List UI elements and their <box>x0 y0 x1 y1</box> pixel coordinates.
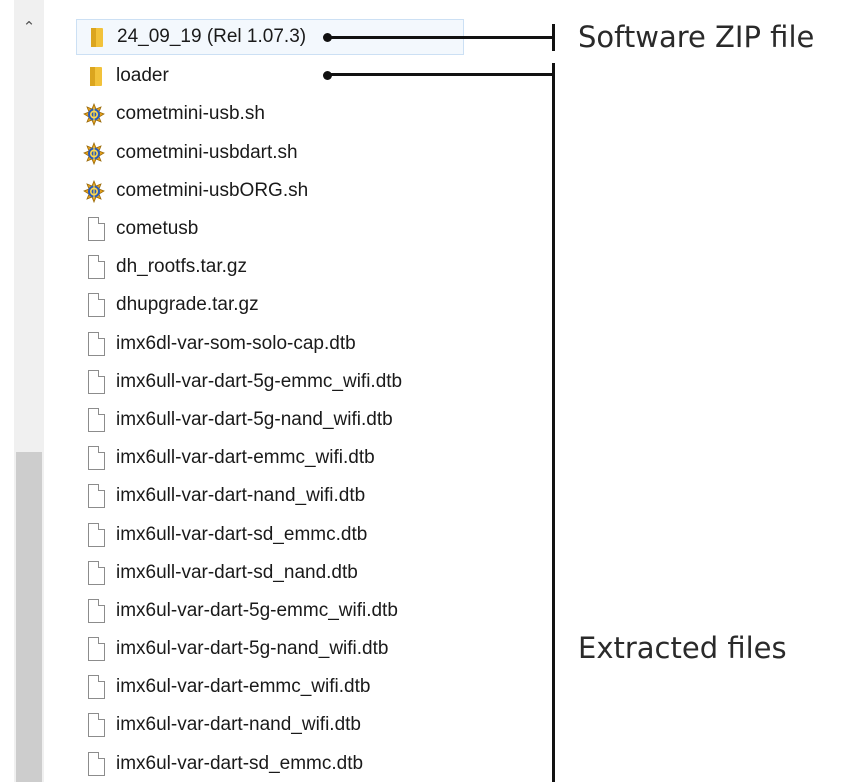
file-name: imx6ull-var-dart-emmc_wifi.dtb <box>116 447 375 469</box>
file-name: cometusb <box>116 218 199 240</box>
file-row[interactable]: cometmini-usbdart.sh <box>76 134 546 172</box>
zip-bracket-tick <box>552 24 555 51</box>
file-icon <box>88 560 105 585</box>
scrollbar-thumb[interactable] <box>16 452 42 782</box>
file-name: imx6ul-var-dart-sd_emmc.dtb <box>116 752 364 774</box>
software-zip-label: Software ZIP file <box>578 20 815 54</box>
file-row[interactable]: imx6dl-var-som-solo-cap.dtb <box>76 325 546 363</box>
file-icon <box>88 369 105 394</box>
file-list: 24_09_19 (Rel 1.07.3) loader cometmini-usb… <box>76 19 546 783</box>
file-row[interactable]: dh_rootfs.tar.gz <box>76 248 546 286</box>
file-name: dh_rootfs.tar.gz <box>116 256 247 278</box>
file-icon <box>88 522 105 547</box>
file-icon <box>88 675 105 700</box>
scroll-up-arrow-icon[interactable]: ⌃ <box>14 12 44 42</box>
file-icon <box>88 293 105 318</box>
file-icon <box>88 751 105 776</box>
file-row[interactable]: imx6ull-var-dart-nand_wifi.dtb <box>76 477 546 515</box>
file-row[interactable]: imx6ull-var-dart-5g-nand_wifi.dtb <box>76 401 546 439</box>
file-name: cometmini-usb.sh <box>116 103 265 125</box>
file-row[interactable]: cometmini-usbORG.sh <box>76 172 546 210</box>
file-row[interactable]: imx6ul-var-dart-5g-emmc_wifi.dtb <box>76 592 546 630</box>
file-name: imx6ull-var-dart-5g-emmc_wifi.dtb <box>116 370 403 392</box>
file-row[interactable]: cometusb <box>76 210 546 248</box>
file-name: loader <box>116 65 169 87</box>
file-row[interactable]: imx6ull-var-dart-5g-emmc_wifi.dtb <box>76 363 546 401</box>
extracted-bracket-line <box>552 63 555 782</box>
file-icon <box>88 407 105 432</box>
file-icon <box>88 331 105 356</box>
file-name: imx6ull-var-dart-sd_nand.dtb <box>116 561 358 583</box>
file-name: imx6ul-var-dart-5g-emmc_wifi.dtb <box>116 599 398 621</box>
file-icon <box>88 637 105 662</box>
vertical-scrollbar[interactable]: ⌃ <box>14 0 44 782</box>
file-name: imx6ull-var-dart-sd_emmc.dtb <box>116 523 368 545</box>
file-icon <box>88 255 105 280</box>
file-name: 24_09_19 (Rel 1.07.3) <box>117 26 307 47</box>
file-row[interactable]: imx6ull-var-dart-sd_emmc.dtb <box>76 515 546 553</box>
file-name: cometmini-usbORG.sh <box>116 179 309 201</box>
file-row[interactable]: imx6ull-var-dart-sd_nand.dtb <box>76 554 546 592</box>
extracted-pointer-line <box>327 73 554 76</box>
file-name: imx6dl-var-som-solo-cap.dtb <box>116 332 356 354</box>
file-name: imx6ull-var-dart-nand_wifi.dtb <box>116 485 366 507</box>
folder-icon <box>86 65 106 87</box>
file-row[interactable]: imx6ul-var-dart-5g-nand_wifi.dtb <box>76 630 546 668</box>
file-name: cometmini-usbdart.sh <box>116 141 298 163</box>
file-icon <box>88 598 105 623</box>
shell-script-icon <box>82 179 106 203</box>
file-row[interactable]: imx6ul-var-dart-nand_wifi.dtb <box>76 706 546 744</box>
file-icon <box>88 217 105 242</box>
file-icon <box>88 713 105 738</box>
file-icon <box>88 484 105 509</box>
extracted-files-label: Extracted files <box>578 631 787 665</box>
file-icon <box>88 446 105 471</box>
file-row[interactable]: imx6ull-var-dart-emmc_wifi.dtb <box>76 439 546 477</box>
shell-script-icon <box>82 103 106 127</box>
folder-icon <box>87 26 107 48</box>
file-name: imx6ul-var-dart-5g-nand_wifi.dtb <box>116 638 389 660</box>
file-name: imx6ull-var-dart-5g-nand_wifi.dtb <box>116 408 393 430</box>
shell-script-icon <box>82 141 106 165</box>
file-row[interactable]: imx6ul-var-dart-emmc_wifi.dtb <box>76 668 546 706</box>
file-name: dhupgrade.tar.gz <box>116 294 259 316</box>
file-row[interactable]: dhupgrade.tar.gz <box>76 286 546 324</box>
file-row[interactable]: loader <box>76 57 546 95</box>
file-row[interactable]: cometmini-usb.sh <box>76 95 546 133</box>
file-name: imx6ul-var-dart-emmc_wifi.dtb <box>116 676 371 698</box>
file-name: imx6ul-var-dart-nand_wifi.dtb <box>116 714 361 736</box>
zip-pointer-line <box>327 36 554 39</box>
file-row[interactable]: imx6ul-var-dart-sd_emmc.dtb <box>76 745 546 783</box>
